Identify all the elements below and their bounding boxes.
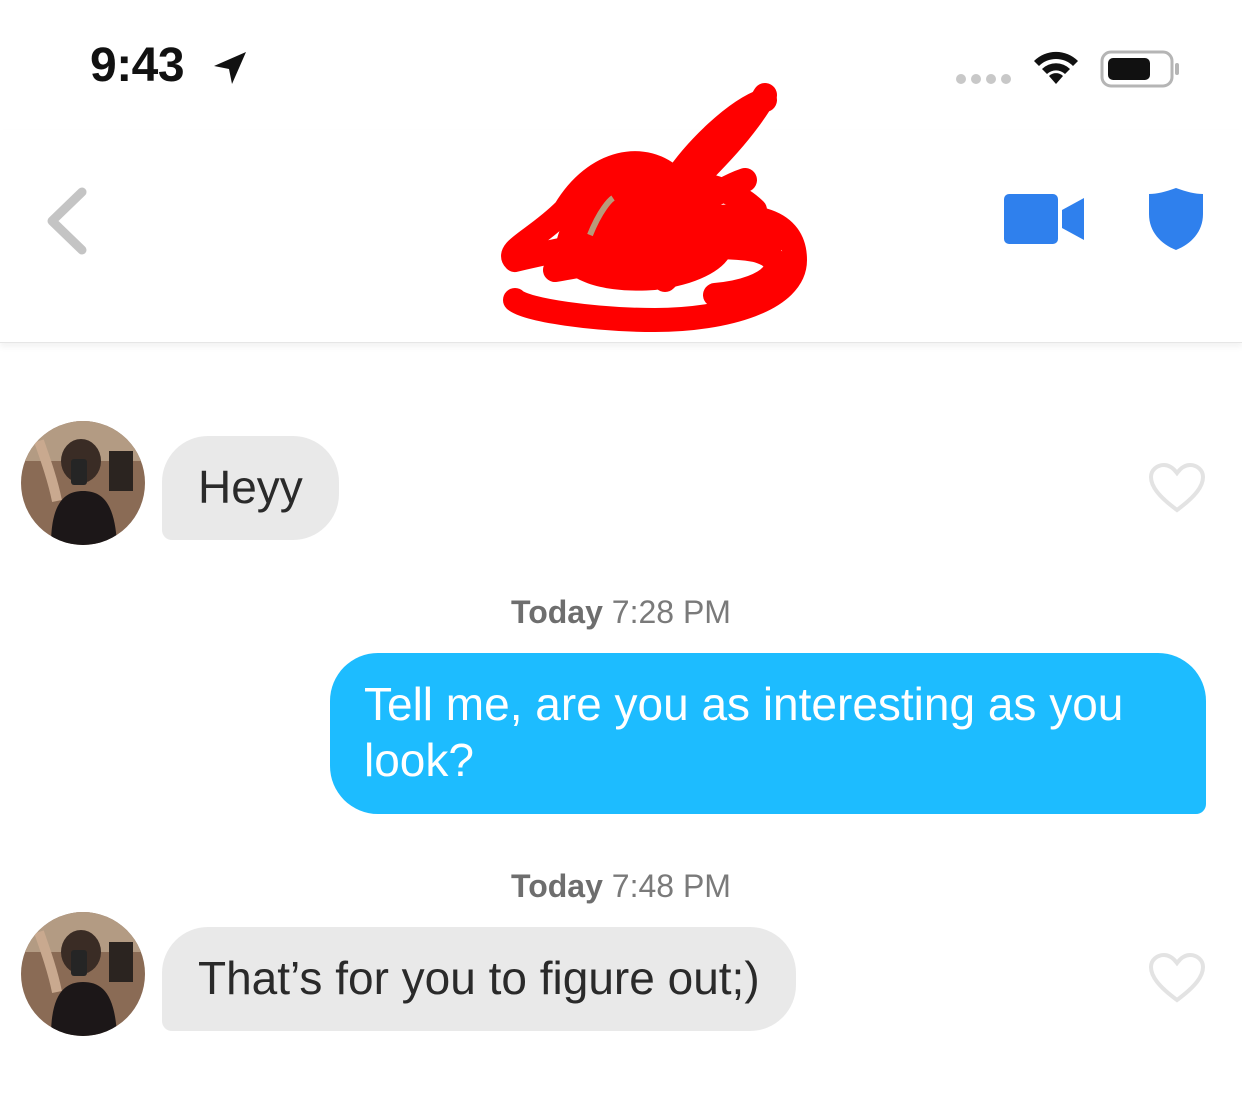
timestamp-day: Today	[511, 594, 603, 630]
message-text: Heyy	[198, 461, 303, 513]
profile-photo	[21, 912, 145, 1036]
message-bubble-incoming[interactable]: That’s for you to figure out;)	[162, 927, 796, 1031]
heart-icon[interactable]	[1148, 952, 1206, 1004]
message-bubble-outgoing[interactable]: Tell me, are you as interesting as you l…	[330, 653, 1206, 814]
heart-icon[interactable]	[1148, 462, 1206, 514]
message-text: Tell me, are you as interesting as you l…	[364, 678, 1124, 786]
wifi-icon	[1034, 51, 1078, 84]
timestamp-time: 7:48 PM	[611, 868, 731, 904]
location-arrow-icon	[214, 52, 246, 84]
message-text: That’s for you to figure out;)	[198, 952, 760, 1004]
battery-icon	[1100, 50, 1179, 88]
timestamp-day: Today	[511, 868, 603, 904]
redacted-profile-avatar[interactable]	[495, 70, 825, 340]
avatar[interactable]	[21, 912, 145, 1036]
signal-dots-icon	[956, 74, 1011, 84]
chat-header	[0, 83, 1242, 343]
avatar[interactable]	[21, 421, 145, 545]
message-timestamp: Today 7:28 PM	[0, 594, 1242, 631]
message-timestamp: Today 7:48 PM	[0, 868, 1242, 905]
status-time: 9:43	[90, 39, 185, 92]
video-camera-icon[interactable]	[1004, 194, 1086, 246]
message-timestamp-partial	[0, 1084, 1242, 1100]
shield-icon[interactable]	[1147, 186, 1205, 252]
message-bubble-incoming[interactable]: Heyy	[162, 436, 339, 540]
timestamp-time: 7:28 PM	[611, 594, 731, 630]
chevron-left-icon[interactable]	[40, 186, 90, 256]
profile-photo	[21, 421, 145, 545]
